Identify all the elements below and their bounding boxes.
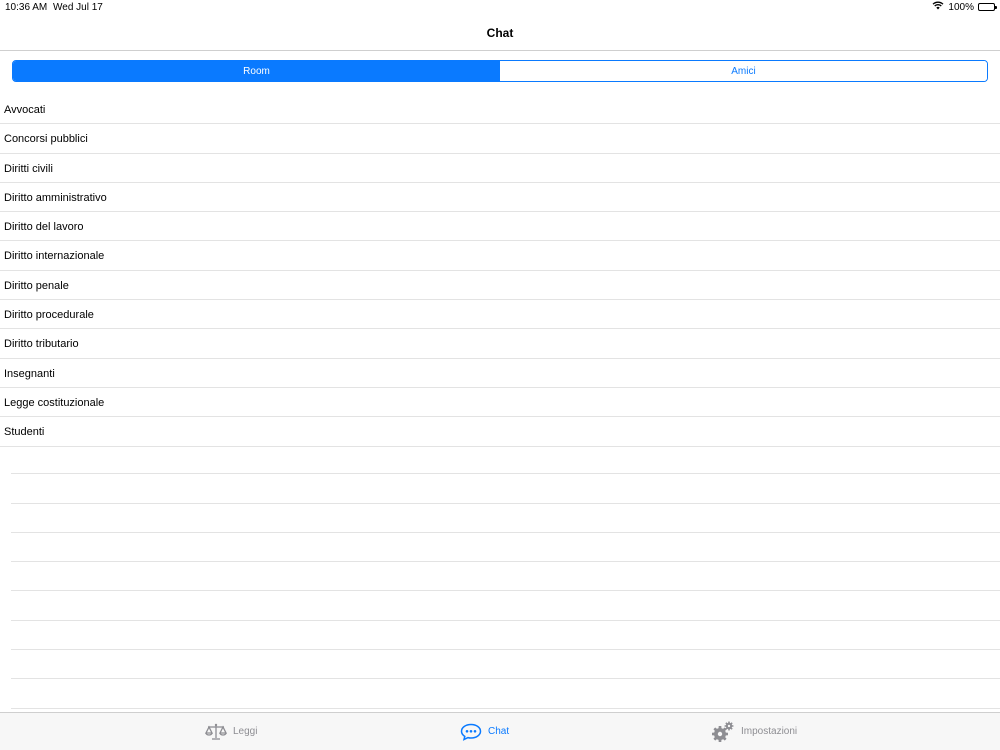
empty-row [0,650,1000,680]
segmented-control: Room Amici [12,60,988,82]
list-item-label: Studenti [4,426,45,439]
tab-chat[interactable]: Chat [460,713,509,750]
empty-row [0,504,1000,533]
list-item[interactable]: Diritto procedurale [0,300,1000,330]
empty-row [0,562,1000,592]
separator [11,707,1000,709]
list-item-label: Diritto tributario [4,338,79,351]
tab-label: Impostazioni [741,726,798,737]
empty-row [0,621,1000,651]
status-bar: 10:36 AM Wed Jul 17 100% [0,0,1000,16]
room-list: Avvocati Concorsi pubblici Diritti civil… [0,95,1000,447]
list-item-label: Diritto del lavoro [4,221,84,234]
tab-label: Chat [488,726,510,737]
empty-row [0,533,1000,563]
empty-row [0,591,1000,621]
segment-amici[interactable]: Amici [500,61,987,81]
battery-icon [978,3,997,11]
list-item[interactable]: Diritto penale [0,271,1000,301]
tab-bar: Leggi Chat Impostazioni [0,712,1000,750]
list-item-label: Concorsi pubblici [4,133,88,146]
tab-impostazioni[interactable]: Impostazioni [711,713,797,750]
list-item-label: Insegnanti [4,367,55,380]
empty-row [0,474,1000,504]
wifi-icon [932,1,944,13]
chat-bubble-icon [460,723,482,741]
list-item[interactable]: Studenti [0,417,1000,447]
list-item-label: Diritto procedurale [4,309,94,322]
tab-leggi[interactable]: Leggi [205,713,257,750]
scales-icon [205,723,227,741]
list-item[interactable]: Diritto tributario [0,329,1000,359]
list-item[interactable]: Diritto del lavoro [0,212,1000,242]
list-item[interactable]: Avvocati [0,95,1000,125]
list-item-label: Diritto internazionale [4,250,105,263]
list-item-label: Diritto penale [4,279,69,292]
navigation-bar: Chat [0,16,1000,51]
page-title: Chat [486,26,514,40]
gears-icon [711,721,735,743]
status-time: 10:36 AM [5,2,48,13]
list-item-label: Avvocati [4,104,46,116]
list-item[interactable]: Concorsi pubblici [0,124,1000,154]
status-date: Wed Jul 17 [53,2,103,13]
list-item[interactable]: Diritti civili [0,154,1000,183]
battery-percent: 100% [948,1,974,13]
list-item[interactable]: Diritto internazionale [0,241,1000,271]
status-right: 100% [932,1,997,13]
tab-label: Leggi [233,726,258,737]
list-item-label: Diritti civili [4,162,53,175]
list-item-label: Legge costituzionale [4,396,105,409]
empty-row [0,445,1000,475]
list-item[interactable]: Diritto amministrativo [0,183,1000,213]
empty-rows [0,445,1000,709]
list-item[interactable]: Legge costituzionale [0,388,1000,418]
list-item[interactable]: Insegnanti [0,359,1000,388]
segment-room[interactable]: Room [13,61,500,81]
list-item-label: Diritto amministrativo [4,191,107,204]
empty-row [0,679,1000,709]
